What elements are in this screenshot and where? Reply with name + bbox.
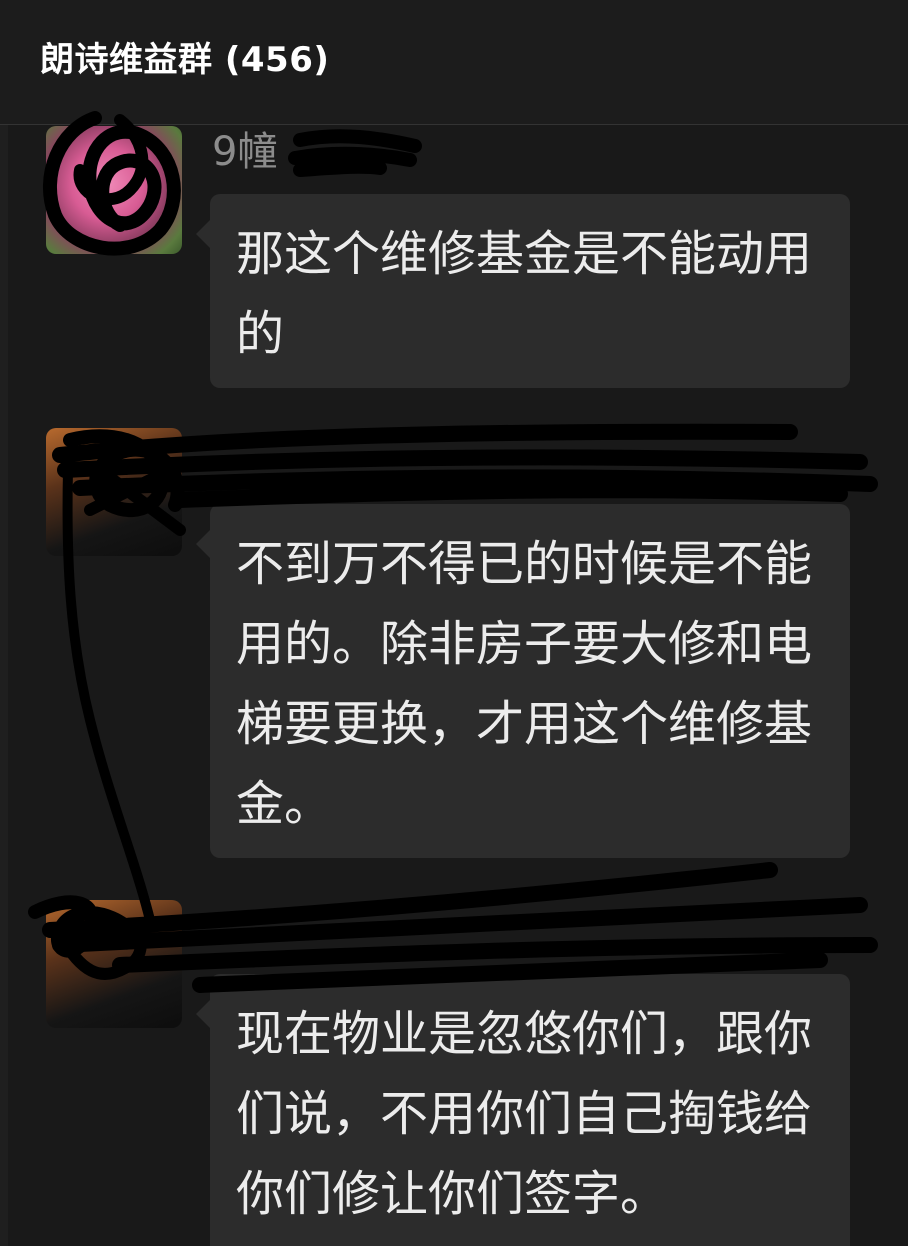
redaction-scribble xyxy=(288,129,422,177)
chat-header: 朗诗维益群 (456) xyxy=(0,0,908,125)
left-panel-edge xyxy=(0,125,8,1246)
message-bubble[interactable]: 现在物业是忽悠你们，跟你们说，不用你们自己掏钱给你们修让你们签字。 xyxy=(196,974,850,1246)
chat-title[interactable]: 朗诗维益群 (456) xyxy=(40,38,329,82)
user-avatar-icon[interactable] xyxy=(46,428,182,556)
sender-name: 9幢 xyxy=(212,129,278,175)
message-bubble[interactable]: 不到万不得已的时候是不能用的。除非房子要大修和电梯要更换，才用这个维修基金。 xyxy=(196,504,850,858)
flower-avatar-icon[interactable] xyxy=(46,126,182,254)
user-avatar-icon[interactable] xyxy=(46,900,182,1028)
message-bubble[interactable]: 那这个维修基金是不能动用的 xyxy=(196,194,850,388)
